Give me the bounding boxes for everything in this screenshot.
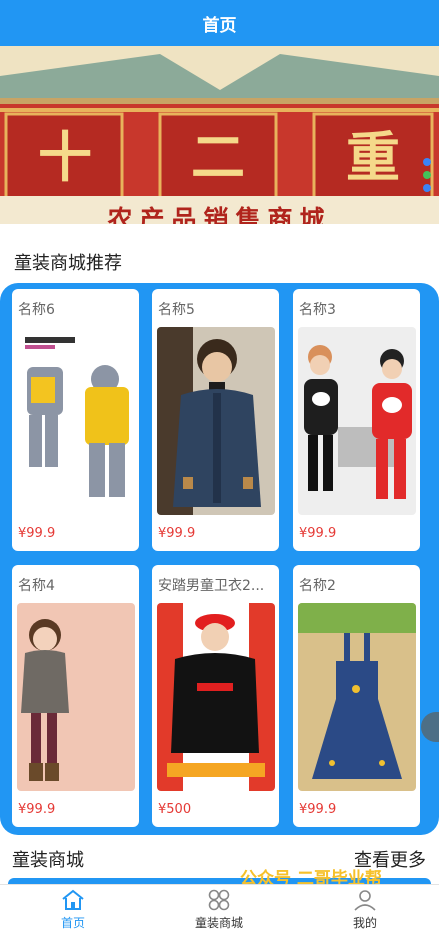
carousel-dot[interactable]	[423, 171, 431, 179]
tab-home[interactable]: 首页	[0, 885, 146, 934]
product-card[interactable]: 名称4 ¥99.9	[12, 565, 139, 827]
banner-carousel[interactable]: 十 二 重	[0, 46, 439, 224]
tab-shop[interactable]: 童装商城	[146, 885, 292, 934]
carousel-indicators[interactable]	[423, 158, 431, 192]
product-image[interactable]	[298, 603, 416, 791]
product-name: 名称3	[299, 302, 336, 318]
recommend-section-title: 童装商城推荐	[14, 253, 122, 274]
product-card[interactable]: 名称3 ¥99.9	[293, 289, 420, 551]
product-image[interactable]	[17, 603, 135, 791]
tab-label: 我的	[352, 916, 377, 930]
bottom-tab-bar: 首页 童装商城 我的	[0, 884, 439, 934]
product-card[interactable]: 名称6 ¥99.9	[12, 289, 139, 551]
product-name: 名称2	[299, 578, 336, 594]
product-image[interactable]	[298, 327, 416, 515]
tab-label: 童装商城	[194, 916, 243, 930]
product-price: ¥500	[158, 802, 192, 817]
product-card[interactable]: 名称2 ¥99.9	[293, 565, 420, 827]
user-icon	[354, 890, 376, 911]
product-image[interactable]	[157, 327, 275, 515]
product-card[interactable]: 名称5 ¥99.9	[152, 289, 279, 551]
banner-char: 重	[346, 124, 400, 189]
product-name: 名称5	[158, 302, 195, 318]
product-price: ¥99.9	[158, 526, 196, 541]
recommend-panel: 名称6 ¥99.9 名称5 ¥99.9 名称3 ¥99.9 名称4 ¥99.9 …	[0, 283, 439, 835]
product-card[interactable]: 安踏男童卫衣2... ¥500	[152, 565, 279, 827]
carousel-dot[interactable]	[423, 184, 431, 192]
product-image[interactable]	[157, 603, 275, 791]
carousel-dot[interactable]	[423, 158, 431, 166]
section-title: 童装商城	[12, 850, 84, 871]
banner-char: 十	[38, 124, 92, 189]
product-price: ¥99.9	[299, 802, 337, 817]
product-name: 名称6	[18, 302, 55, 318]
product-price: ¥99.9	[18, 526, 56, 541]
tab-profile[interactable]: 我的	[292, 885, 438, 934]
home-icon	[62, 889, 84, 910]
banner-char: 二	[191, 124, 245, 189]
grid-icon	[208, 889, 230, 911]
page-title: 首页	[202, 15, 237, 36]
product-image[interactable]	[17, 327, 135, 515]
product-name: 名称4	[18, 578, 55, 594]
product-name: 安踏男童卫衣2...	[158, 578, 265, 594]
product-price: ¥99.9	[18, 802, 56, 817]
top-bar: 首页	[0, 0, 439, 46]
product-price: ¥99.9	[299, 526, 337, 541]
banner-subtitle: 农产品销售商城	[107, 205, 332, 224]
tab-label: 首页	[60, 916, 85, 930]
